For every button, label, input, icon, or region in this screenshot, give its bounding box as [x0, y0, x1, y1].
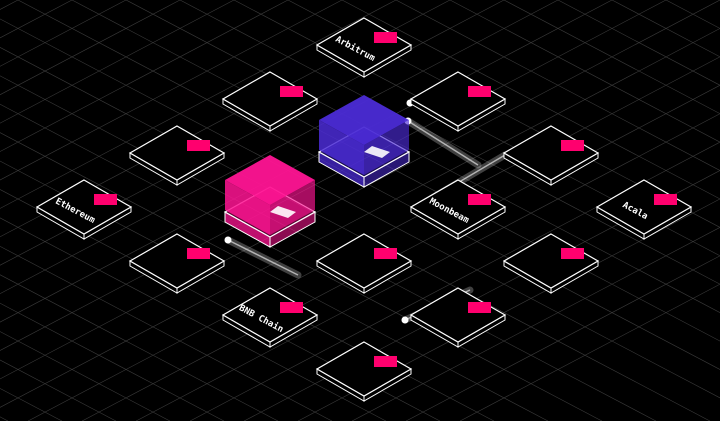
chip-icon — [94, 194, 117, 205]
chip-icon — [654, 194, 677, 205]
tile-top — [128, 233, 226, 289]
tile-blank-3[interactable] — [128, 125, 226, 186]
grid-line — [0, 0, 19, 10]
tile-top — [409, 71, 507, 127]
chip-icon — [468, 86, 491, 97]
chip-icon — [561, 140, 584, 151]
tile-acala[interactable]: Acala — [595, 179, 693, 240]
chip-icon — [374, 32, 397, 43]
chip-icon — [280, 86, 303, 97]
chip-icon — [468, 302, 491, 313]
tile-bnb[interactable]: BNB Chain — [221, 287, 319, 348]
tile-top — [128, 125, 226, 181]
chip-icon — [187, 248, 210, 259]
tile-blank-2[interactable] — [409, 71, 507, 132]
pink-block — [223, 155, 317, 248]
tile-ethereum[interactable]: Ethereum — [35, 179, 133, 240]
tile-top — [221, 287, 319, 343]
chip-icon — [280, 302, 303, 313]
chip-icon — [561, 248, 584, 259]
chip-icon — [187, 140, 210, 151]
connector-core — [227, 239, 299, 276]
tile-top — [595, 179, 693, 235]
connector-dot — [224, 236, 232, 244]
connector-dot — [401, 316, 409, 324]
chip-icon — [374, 248, 397, 259]
tile-blank-6[interactable] — [315, 233, 413, 294]
tile-top — [315, 341, 413, 397]
network-diagram: Arbitrum Ethereum Moonbeam Acala BNB Chain — [0, 0, 720, 421]
tile-top — [502, 125, 600, 181]
tile-top — [315, 17, 413, 73]
tile-blank-1[interactable] — [221, 71, 319, 132]
tile-arbitrum[interactable]: Arbitrum — [315, 17, 413, 78]
tile-blank-7[interactable] — [502, 233, 600, 294]
tile-moonbeam[interactable]: Moonbeam — [409, 179, 507, 240]
tile-top — [221, 71, 319, 127]
tile-blank-8[interactable] — [409, 287, 507, 348]
tile-top — [315, 233, 413, 289]
chip-icon — [468, 194, 491, 205]
grid-line — [0, 416, 9, 421]
chip-icon — [374, 356, 397, 367]
tile-top — [409, 179, 507, 235]
